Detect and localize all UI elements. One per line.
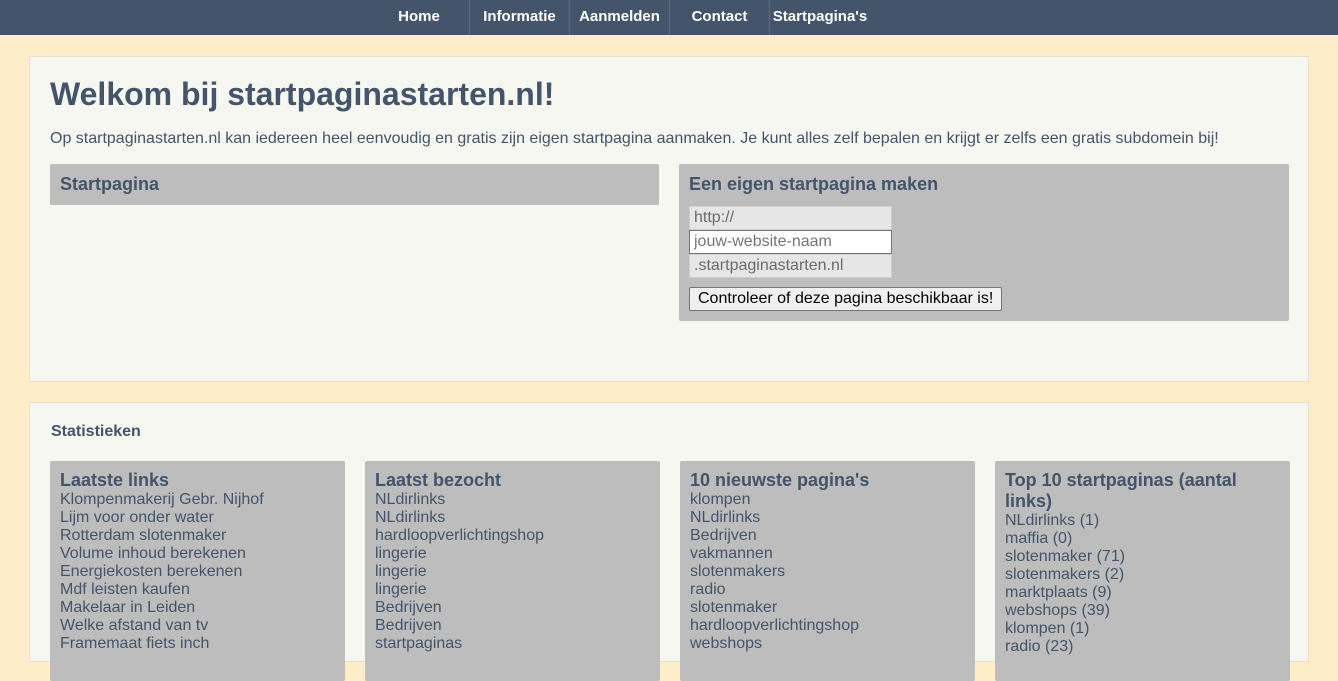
list-item[interactable]: vakmannen [690,545,965,563]
nav-home[interactable]: Home [369,0,469,35]
list-item[interactable]: slotenmakers [690,563,965,581]
top-pages-title: Top 10 startpaginas (aantal links) [1005,470,1237,511]
startpagina-box: Startpagina [50,164,659,205]
last-visited-title: Laatst bezocht [375,470,502,490]
list-item[interactable]: Rotterdam slotenmaker [60,527,335,545]
list-item[interactable]: Bedrijven [690,527,965,545]
list-item[interactable]: lingerie [375,545,650,563]
list-item[interactable]: lingerie [375,563,650,581]
list-item[interactable]: NLdirlinks [375,491,650,509]
last-visited-column: Laatst bezocht NLdirlinks NLdirlinks har… [365,461,660,681]
list-item[interactable]: NLdirlinks (1) [1005,512,1280,530]
list-item[interactable]: startpaginas [375,635,650,653]
list-item[interactable]: Lijm voor onder water [60,509,335,527]
list-item[interactable]: klompen [690,491,965,509]
list-item[interactable]: radio (23) [1005,638,1280,656]
newest-pages-column: 10 nieuwste pagina's klompen NLdirlinks … [680,461,975,681]
latest-links-title: Laatste links [60,470,170,490]
list-item[interactable]: slotenmaker [690,599,965,617]
list-item[interactable]: Klompenmakerij Gebr. Nijhof [60,491,335,509]
website-name-input[interactable] [689,230,892,254]
list-item[interactable]: Bedrijven [375,617,650,635]
list-item[interactable]: webshops [690,635,965,653]
list-item[interactable]: Energiekosten berekenen [60,563,335,581]
list-item[interactable]: Makelaar in Leiden [60,599,335,617]
list-item[interactable]: NLdirlinks [690,509,965,527]
nav-aanmelden[interactable]: Aanmelden [570,0,669,35]
newest-pages-list: klompen NLdirlinks Bedrijven vakmannen s… [690,491,965,653]
latest-links-list: Klompenmakerij Gebr. Nijhof Lijm voor on… [60,491,335,653]
nav-informatie[interactable]: Informatie [470,0,569,35]
last-visited-list: NLdirlinks NLdirlinks hardloopverlichtin… [375,491,650,653]
list-item[interactable]: slotenmaker (71) [1005,548,1280,566]
list-item[interactable]: marktplaats (9) [1005,584,1280,602]
suffix-field [689,254,892,278]
create-page-title: Een eigen startpagina maken [689,174,939,194]
top-pages-list: NLdirlinks (1) maffia (0) slotenmaker (7… [1005,512,1280,656]
top-pages-column: Top 10 startpaginas (aantal links) NLdir… [995,461,1290,681]
list-item[interactable]: radio [690,581,965,599]
list-item[interactable]: Framemaat fiets inch [60,635,335,653]
list-item[interactable]: maffia (0) [1005,530,1280,548]
list-item[interactable]: hardloopverlichtingshop [375,527,650,545]
startpagina-title: Startpagina [60,174,160,194]
list-item[interactable]: Mdf leisten kaufen [60,581,335,599]
nav-startpaginas[interactable]: Startpagina's [770,0,870,35]
list-item[interactable]: hardloopverlichtingshop [690,617,965,635]
list-item[interactable]: NLdirlinks [375,509,650,527]
statistics-heading: Statistieken [51,423,141,440]
create-page-box: Een eigen startpagina maken Controleer o… [679,164,1289,321]
prefix-field [689,206,892,230]
newest-pages-title: 10 nieuwste pagina's [690,470,870,490]
intro-text: Op startpaginastarten.nl kan iedereen he… [50,130,1219,147]
list-item[interactable]: Bedrijven [375,599,650,617]
check-availability-button[interactable]: Controleer of deze pagina beschikbaar is… [689,287,1003,311]
list-item[interactable]: webshops (39) [1005,602,1280,620]
top-navigation: Home Informatie Aanmelden Contact Startp… [0,0,1338,35]
page-title: Welkom bij startpaginastarten.nl! [50,76,555,112]
list-item[interactable]: Welke afstand van tv [60,617,335,635]
list-item[interactable]: slotenmakers (2) [1005,566,1280,584]
statistics-panel: Statistieken Laatste links Klompenmakeri… [29,402,1309,681]
list-item[interactable]: Volume inhoud berekenen [60,545,335,563]
welcome-panel: Welkom bij startpaginastarten.nl! Op sta… [29,56,1309,382]
latest-links-column: Laatste links Klompenmakerij Gebr. Nijho… [50,461,345,681]
nav-contact[interactable]: Contact [670,0,769,35]
list-item[interactable]: klompen (1) [1005,620,1280,638]
list-item[interactable]: lingerie [375,581,650,599]
